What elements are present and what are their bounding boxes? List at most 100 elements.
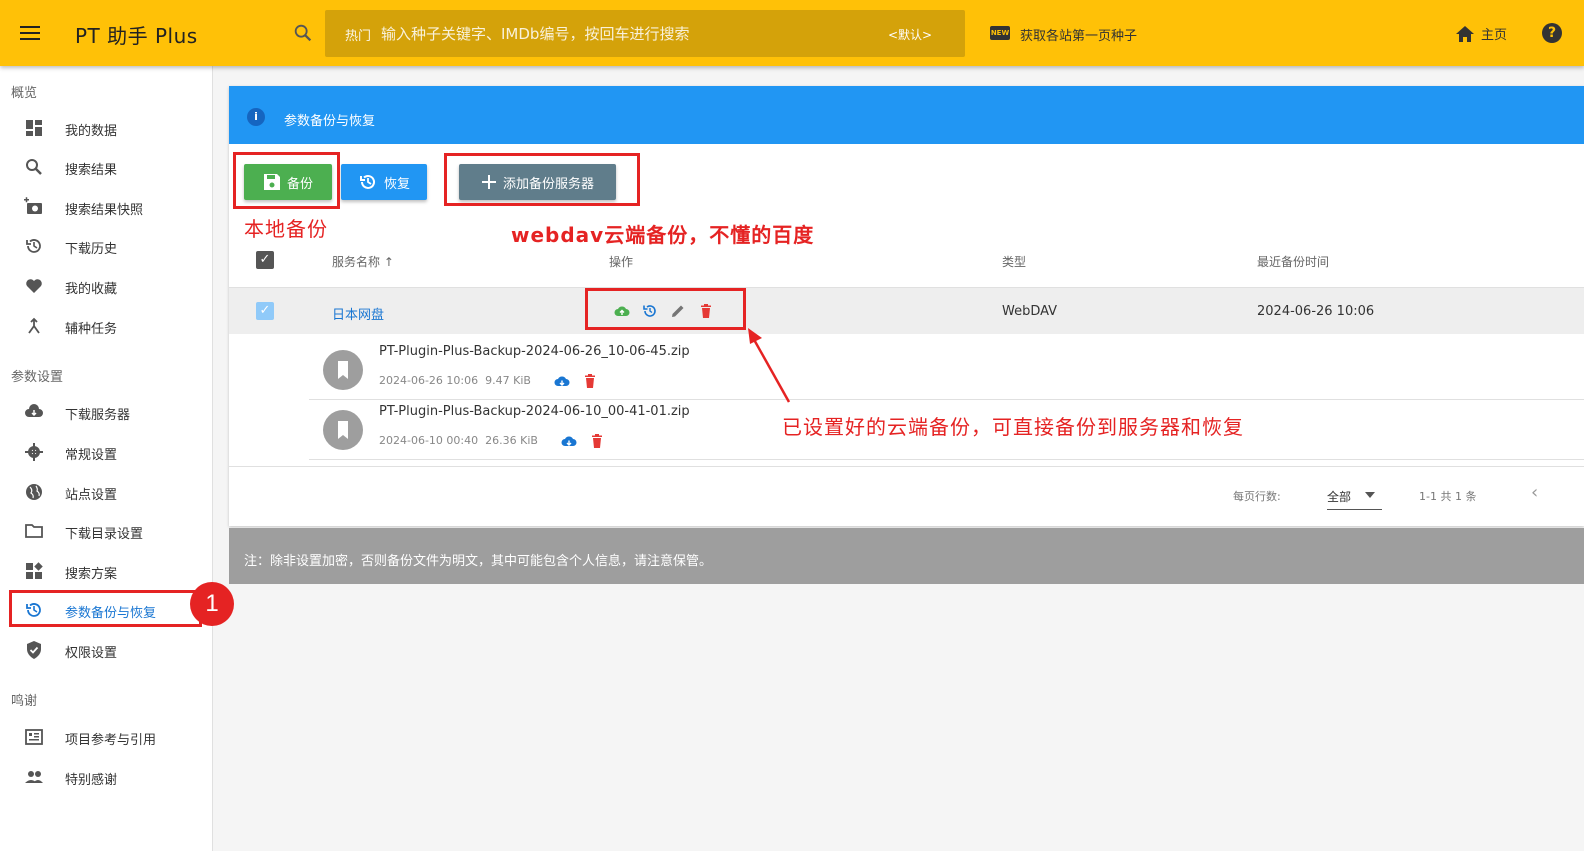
home-link[interactable]: 主页 — [1455, 24, 1507, 43]
sidebar-item-search-scheme[interactable]: 搜索方案 — [8, 553, 202, 589]
column-header-last-backup[interactable]: 最近备份时间 — [1257, 253, 1329, 270]
sidebar-section-overview: 概览 — [11, 86, 38, 101]
server-name-link[interactable]: 日本网盘 — [332, 304, 384, 323]
camera-add-icon — [24, 197, 42, 214]
backup-file-time: 2024-06-10 00:40 — [379, 434, 479, 447]
cloud-download-icon — [25, 404, 43, 417]
sidebar-item-label: 下载目录设置 — [65, 527, 144, 542]
folder-icon — [25, 524, 43, 538]
shield-check-icon — [27, 641, 41, 659]
top-app-bar: PT 助手 Plus 热门 <默认> NEW 获取各站第一页种子 主页 ? — [0, 0, 1584, 66]
rows-per-page-select[interactable]: 全部 — [1327, 484, 1382, 510]
column-header-actions: 操作 — [609, 255, 634, 269]
prev-page-button[interactable]: ‹ — [1531, 482, 1538, 503]
backup-file-name: PT-Plugin-Plus-Backup-2024-06-26_10-06-4… — [379, 344, 690, 359]
backup-file-name: PT-Plugin-Plus-Backup-2024-06-10_00-41-0… — [379, 404, 690, 419]
search-box: 热门 <默认> — [325, 10, 965, 57]
note-bar: 注：除非设置加密，否则备份文件为明文，其中可能包含个人信息，请注意保管。 — [229, 528, 1584, 584]
sidebar-item-label: 下载历史 — [65, 242, 118, 257]
pagination-range: 1-1 共 1 条 — [1419, 490, 1477, 503]
backup-file-time: 2024-06-26 10:06 — [379, 374, 479, 387]
cloud-download-icon[interactable] — [561, 433, 577, 449]
sidebar-item-general-settings[interactable]: 常规设置 — [8, 434, 202, 470]
search-icon — [26, 159, 42, 175]
gear-icon — [25, 443, 43, 461]
search-scheme-selector[interactable]: <默认> — [888, 26, 932, 43]
delete-icon[interactable] — [589, 433, 605, 449]
sidebar-item-references[interactable]: 项目参考与引用 — [8, 719, 202, 755]
cloud-download-icon[interactable] — [554, 373, 570, 389]
sidebar-item-seed-tasks[interactable]: 辅种任务 — [8, 308, 202, 344]
select-all-checkbox[interactable]: ✓ — [256, 251, 274, 269]
annotation-highlight-backup — [233, 152, 340, 209]
heart-icon — [26, 279, 42, 293]
annotation-highlight-sidebar — [9, 590, 202, 627]
search-hot-label[interactable]: 热门 — [345, 25, 371, 44]
annotation-cloud-backup: 已设置好的云端备份，可直接备份到服务器和恢复 — [782, 415, 1244, 439]
sidebar-item-label: 搜索结果快照 — [65, 203, 144, 218]
sidebar-item-label: 辅种任务 — [65, 322, 118, 337]
annotation-highlight-add-server — [444, 153, 640, 206]
annotation-webdav: webdav云端备份，不懂的百度 — [511, 223, 815, 247]
delete-icon[interactable] — [582, 373, 598, 389]
divider — [229, 466, 1584, 467]
sidebar-item-site-settings[interactable]: 站点设置 — [8, 474, 202, 510]
sidebar-section-settings: 参数设置 — [11, 370, 64, 385]
sidebar-item-permissions[interactable]: 权限设置 — [8, 632, 202, 668]
sidebar-item-label: 我的收藏 — [65, 282, 118, 297]
fetch-first-page-link[interactable]: 获取各站第一页种子 — [1020, 25, 1137, 44]
rows-per-page-value: 全部 — [1327, 490, 1352, 504]
sidebar-item-label: 搜索结果 — [65, 163, 118, 178]
sidebar-item-my-data[interactable]: 我的数据 — [8, 110, 202, 146]
panel-title: 参数备份与恢复 — [284, 114, 376, 129]
sidebar-item-label: 搜索方案 — [65, 567, 118, 582]
sidebar-item-download-servers[interactable]: 下载服务器 — [8, 394, 202, 430]
home-link-label: 主页 — [1481, 28, 1508, 43]
sidebar-item-search-results[interactable]: 搜索结果 — [8, 149, 202, 185]
menu-icon[interactable] — [18, 22, 42, 44]
sidebar-item-special-thanks[interactable]: 特别感谢 — [8, 759, 202, 795]
sidebar-item-label: 权限设置 — [65, 646, 118, 661]
annotation-highlight-actions — [585, 288, 746, 330]
chevron-down-icon — [1365, 492, 1375, 498]
annotation-local-backup: 本地备份 — [244, 217, 328, 241]
column-header-name[interactable]: 服务名称 ↑ — [332, 253, 394, 270]
bookmark-icon — [323, 410, 363, 450]
sidebar-item-label: 我的数据 — [65, 124, 118, 139]
new-badge-icon: NEW — [990, 26, 1010, 40]
annotation-arrow — [748, 328, 791, 403]
column-header-type[interactable]: 类型 — [1002, 253, 1026, 270]
dashboard-icon — [26, 120, 42, 136]
sidebar-item-download-history[interactable]: 下载历史 — [8, 228, 202, 264]
sidebar-item-favorites[interactable]: 我的收藏 — [8, 268, 202, 304]
sidebar-section-thanks: 鸣谢 — [11, 694, 38, 709]
note-text: 注：除非设置加密，否则备份文件为明文，其中可能包含个人信息，请注意保管。 — [244, 554, 713, 569]
info-icon: i — [247, 108, 265, 126]
rows-per-page-label: 每页行数: — [1233, 490, 1281, 503]
sidebar-item-download-dir[interactable]: 下载目录设置 — [8, 513, 202, 549]
panel-header: i 参数备份与恢复 — [229, 86, 1584, 144]
server-type: WebDAV — [1002, 304, 1058, 319]
restore-button-label: 恢复 — [383, 176, 410, 192]
server-last-backup: 2024-06-26 10:06 — [1257, 304, 1375, 319]
row-checkbox[interactable]: ✓ — [256, 302, 274, 320]
backup-file-size: 26.36 KiB — [485, 434, 538, 447]
bookmark-icon — [323, 350, 363, 390]
widgets-icon — [26, 562, 43, 579]
annotation-step-badge: 1 — [190, 582, 234, 626]
globe-icon — [26, 484, 42, 500]
help-icon[interactable]: ? — [1542, 23, 1562, 43]
search-input[interactable] — [381, 20, 861, 48]
search-icon — [294, 24, 312, 42]
backup-file-meta: 2024-06-26 10:06 9.47 KiB — [379, 374, 531, 387]
sidebar-item-label: 项目参考与引用 — [65, 733, 157, 748]
restore-button[interactable]: 恢复 — [341, 164, 427, 200]
sidebar-item-label: 特别感谢 — [65, 773, 118, 788]
merge-icon — [28, 317, 40, 334]
sidebar-item-label: 下载服务器 — [65, 408, 131, 423]
backup-restore-panel: i 参数备份与恢复 备份 恢复 添加备份服务器 本地备份 webdav云端备份，… — [229, 86, 1584, 526]
sidebar-item-label: 常规设置 — [65, 448, 118, 463]
sidebar-item-label: 站点设置 — [65, 488, 118, 503]
sidebar-item-search-snapshot[interactable]: 搜索结果快照 — [8, 189, 202, 225]
app-title: PT 助手 Plus — [75, 24, 198, 48]
